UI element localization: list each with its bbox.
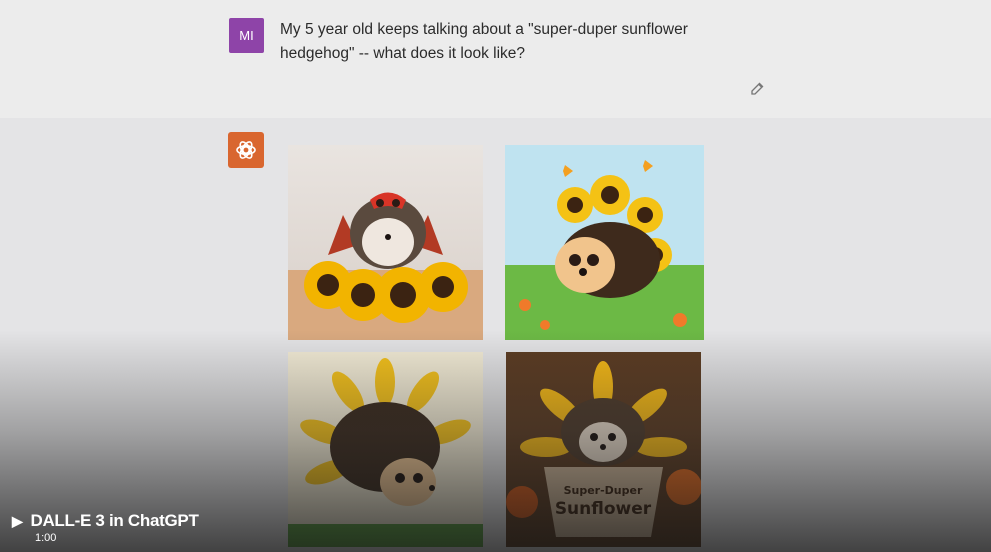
video-duration: 1:00 bbox=[35, 532, 57, 544]
openai-logo-icon bbox=[236, 141, 256, 159]
video-title-bar: ▶ DALL-E 3 in ChatGPT bbox=[12, 511, 199, 531]
user-message-text: My 5 year old keeps talking about a "sup… bbox=[280, 21, 688, 62]
generated-image-4[interactable]: Super-Duper Sunflower bbox=[506, 352, 701, 547]
assistant-avatar bbox=[228, 132, 264, 168]
user-avatar: MI bbox=[229, 18, 264, 53]
pot-label-line1: Super-Duper bbox=[564, 484, 643, 497]
generated-image-3[interactable] bbox=[288, 352, 483, 547]
video-title: DALL-E 3 in ChatGPT bbox=[30, 511, 199, 530]
pot-label-line2: Sunflower bbox=[555, 499, 652, 519]
play-icon[interactable]: ▶ bbox=[12, 513, 23, 530]
edit-icon[interactable] bbox=[749, 79, 767, 97]
assistant-message-band bbox=[0, 118, 991, 552]
generated-image-2[interactable] bbox=[505, 145, 704, 340]
generated-image-1[interactable] bbox=[288, 145, 483, 340]
